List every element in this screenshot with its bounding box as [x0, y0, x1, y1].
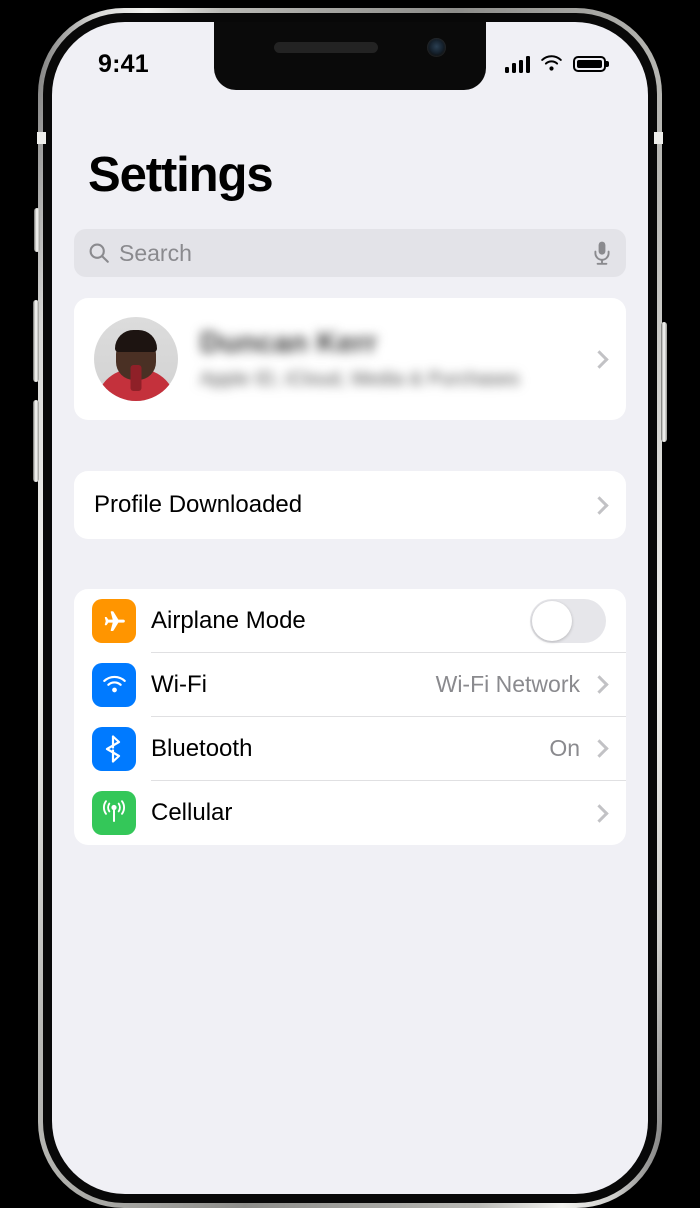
row-label: Airplane Mode [151, 606, 306, 634]
settings-row-airplane-mode[interactable]: Airplane Mode [74, 589, 626, 653]
airplane-mode-toggle[interactable] [530, 598, 606, 643]
row-label: Cellular [151, 799, 233, 826]
profile-downloaded-label: Profile Downloaded [94, 491, 303, 518]
settings-content: Settings Search Duncan Kerr Apple ID, iC… [52, 90, 648, 1194]
status-icons [504, 55, 609, 73]
airplane-icon [92, 599, 136, 643]
volume-up-button[interactable] [33, 300, 39, 382]
microphone-icon[interactable] [592, 240, 612, 266]
settings-row-cellular[interactable]: Cellular [74, 781, 626, 845]
volume-down-button[interactable] [33, 400, 39, 482]
bluetooth-icon [92, 727, 136, 771]
battery-icon [573, 56, 609, 72]
avatar [94, 317, 178, 401]
chevron-right-icon [590, 803, 609, 823]
search-field[interactable]: Search [74, 229, 626, 277]
connectivity-settings-group: Airplane Mode Wi-Fi Wi-Fi Network Blueto… [74, 589, 626, 845]
chevron-right-icon [590, 739, 609, 758]
mute-switch-button[interactable] [34, 208, 40, 252]
profile-text-block: Duncan Kerr Apple ID, iCloud, Media & Pu… [200, 327, 593, 391]
wifi-icon [541, 55, 562, 71]
wifi-icon [92, 663, 136, 707]
earpiece-speaker-icon [274, 42, 378, 53]
profile-name: Duncan Kerr [200, 327, 378, 359]
antenna-band-right [654, 132, 663, 144]
toggle-knob [532, 600, 572, 641]
row-label: Bluetooth [151, 734, 253, 762]
front-camera-icon [427, 38, 446, 57]
apple-id-profile-row[interactable]: Duncan Kerr Apple ID, iCloud, Media & Pu… [74, 298, 626, 420]
profile-subtitle: Apple ID, iCloud, Media & Purchases [200, 369, 520, 390]
row-label: Wi-Fi [151, 670, 207, 698]
chevron-right-icon [590, 495, 609, 515]
notch [214, 22, 486, 90]
cellular-icon [92, 791, 136, 835]
antenna-band-left [37, 132, 46, 144]
search-icon [89, 243, 109, 263]
side-power-button[interactable] [661, 322, 667, 442]
row-value: Wi-Fi Network [435, 671, 580, 697]
status-time: 9:41 [98, 49, 149, 78]
phone-screen: 9:41 Settings Search Duncan Kerr Apple I… [52, 22, 648, 1194]
search-placeholder: Search [119, 239, 192, 266]
row-value: On [549, 735, 580, 761]
settings-row-bluetooth[interactable]: Bluetooth On [74, 717, 626, 781]
chevron-right-icon [590, 675, 609, 694]
settings-row-wifi[interactable]: Wi-Fi Wi-Fi Network [74, 653, 626, 717]
profile-downloaded-row[interactable]: Profile Downloaded [74, 471, 626, 539]
cellular-signal-icon [504, 55, 530, 73]
page-title: Settings [88, 148, 274, 202]
chevron-right-icon [590, 349, 609, 369]
